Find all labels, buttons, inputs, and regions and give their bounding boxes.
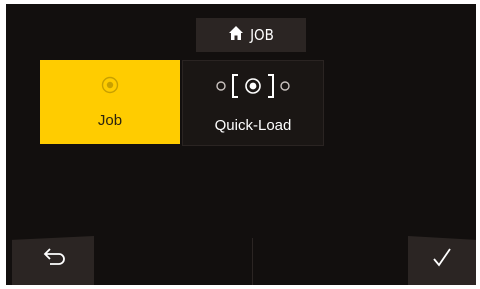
quick-load-option-button[interactable]: Quick-Load: [182, 60, 324, 146]
target-icon: [100, 75, 120, 100]
quick-load-option-label: Quick-Load: [214, 117, 292, 134]
undo-arrow-icon: [39, 244, 67, 277]
footer-divider: [252, 238, 253, 285]
page-title-tab: JOB: [196, 18, 306, 52]
page-title: JOB: [250, 26, 274, 44]
quick-load-icon: [203, 72, 303, 105]
confirm-button[interactable]: [408, 236, 476, 285]
checkmark-icon: [428, 244, 456, 277]
job-option-label: Job: [97, 112, 123, 129]
screen-frame: JOB Job Quick-Load: [6, 4, 476, 285]
job-option-button[interactable]: Job: [40, 60, 180, 144]
home-icon: [228, 25, 244, 45]
back-button[interactable]: [12, 236, 94, 285]
